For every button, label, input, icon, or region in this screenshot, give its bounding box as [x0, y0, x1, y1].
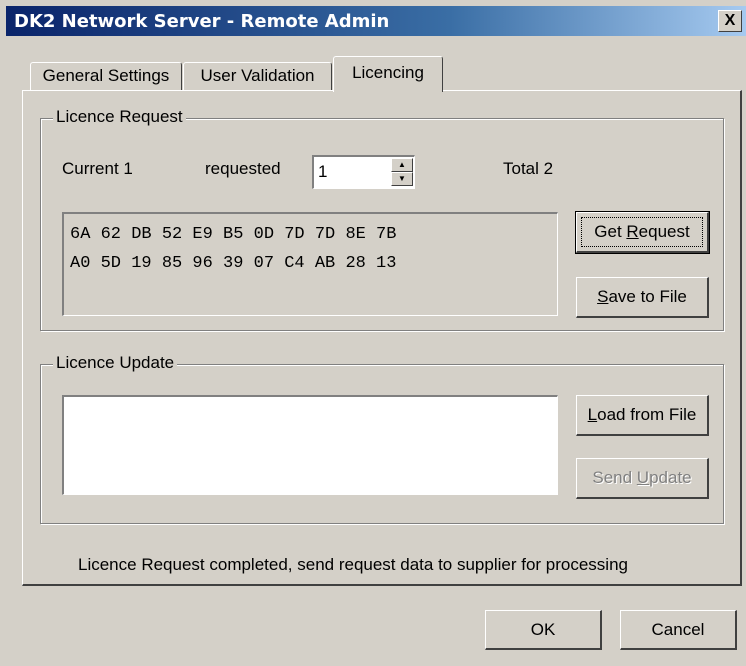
update-data-textarea[interactable]	[62, 395, 558, 495]
requested-spinner[interactable]: 1 ▲ ▼	[312, 155, 415, 189]
request-data-textarea[interactable]: 6A 62 DB 52 E9 B5 0D 7D 7D 8E 7B A0 5D 1…	[62, 212, 558, 316]
requested-label: requested	[205, 159, 281, 178]
spin-up-button[interactable]: ▲	[391, 158, 413, 172]
request-data-line: 6A 62 DB 52 E9 B5 0D 7D 7D 8E 7B	[70, 225, 397, 244]
label-part: equest	[638, 222, 690, 241]
accel-key: U	[636, 468, 650, 487]
arrow-up-icon: ▲	[398, 160, 406, 169]
licence-update-title: Licence Update	[53, 353, 178, 373]
status-message: Licence Request completed, send request …	[78, 555, 628, 574]
label-part: Send	[592, 468, 637, 487]
total-count-label: Total 2	[503, 159, 554, 178]
tab-user-validation[interactable]: User Validation	[183, 62, 332, 91]
ok-label: OK	[530, 619, 556, 639]
licence-request-title: Licence Request	[53, 107, 186, 127]
load-from-file-label: Load from File	[577, 405, 707, 425]
window-title: DK2 Network Server - Remote Admin	[14, 11, 390, 32]
save-to-file-button[interactable]: Save to File	[576, 277, 709, 318]
cancel-label: Cancel	[651, 619, 705, 639]
current-count-label: Current 1	[62, 159, 133, 178]
tab-general-settings[interactable]: General Settings	[30, 62, 182, 91]
label-part: pdate	[649, 468, 692, 487]
tab-label: Licencing	[352, 63, 424, 82]
label-part: ave to File	[608, 287, 687, 306]
get-request-label: Get Request	[577, 222, 707, 242]
cancel-button[interactable]: Cancel	[620, 610, 737, 650]
send-update-label: Send Update	[577, 468, 707, 488]
title-bar[interactable]: DK2 Network Server - Remote Admin X	[6, 6, 746, 36]
get-request-button[interactable]: Get Request	[575, 211, 710, 254]
tab-label: General Settings	[42, 66, 170, 85]
tab-licencing[interactable]: Licencing	[333, 56, 443, 92]
load-from-file-button[interactable]: Load from File	[576, 395, 709, 436]
label-part: oad from File	[597, 405, 697, 424]
tab-label: User Validation	[200, 66, 315, 85]
arrow-down-icon: ▼	[398, 174, 406, 183]
accel-key: R	[626, 222, 639, 241]
accel-key: L	[587, 405, 598, 424]
accel-key: S	[597, 287, 609, 306]
ok-button[interactable]: OK	[485, 610, 602, 650]
save-to-file-label: Save to File	[577, 287, 707, 307]
requested-value[interactable]: 1	[318, 162, 327, 182]
close-button[interactable]: X	[718, 10, 742, 32]
close-icon: X	[724, 12, 736, 29]
spin-down-button[interactable]: ▼	[391, 172, 413, 186]
label-part: Get	[594, 222, 627, 241]
remote-admin-dialog: DK2 Network Server - Remote Admin X Gene…	[0, 0, 746, 666]
send-update-button[interactable]: Send Update	[576, 458, 709, 499]
request-data-line: A0 5D 19 85 96 39 07 C4 AB 28 13	[70, 254, 397, 273]
